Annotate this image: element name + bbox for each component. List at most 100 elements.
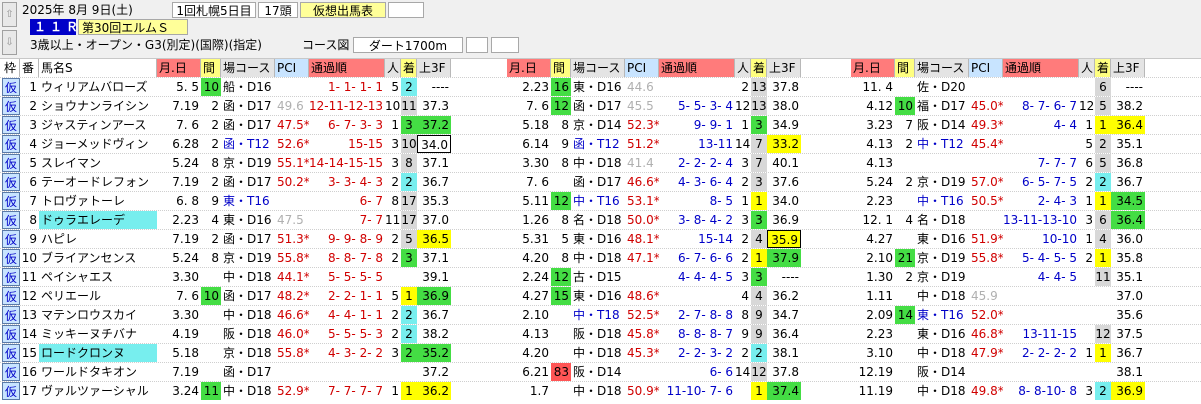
race-course: 名・D18 [917, 213, 966, 227]
waku-badge[interactable]: 仮 [2, 154, 20, 172]
race-date: 7. 6 [526, 175, 549, 189]
race-interval: 16 [551, 78, 571, 96]
race-date: 1.26 [522, 213, 549, 227]
horse-name[interactable]: ヴァルツァーシャル [39, 382, 157, 400]
horse-name[interactable]: ブライアンセンス [39, 249, 157, 267]
column-header: 月.日 [157, 59, 201, 77]
race-interval: 2 [905, 175, 913, 189]
race-pci [969, 154, 1003, 172]
race-popularity: 3 [391, 137, 399, 151]
race-finish: 6 [1095, 211, 1111, 229]
race-interval [895, 325, 915, 343]
horse-number: 8 [29, 213, 37, 227]
column-header: 場コース [221, 59, 275, 77]
horse-number: 6 [29, 175, 37, 189]
horse-name[interactable]: スレイマン [39, 154, 157, 172]
race-date: 11. 4 [862, 80, 893, 94]
waku-badge[interactable]: 仮 [2, 363, 20, 381]
race-finish: 1 [1095, 192, 1111, 210]
race-finish: 1 [751, 382, 767, 400]
race-pci: 45.3* [627, 346, 659, 360]
horse-number: 2 [29, 99, 37, 113]
race-last3f: 36.2 [417, 382, 451, 400]
waku-badge[interactable]: 仮 [2, 306, 20, 324]
horse-name[interactable]: ジョーメッドヴィン [39, 135, 157, 153]
column-header: 月.日 [507, 59, 551, 77]
race-last3f: 37.0 [1116, 289, 1143, 303]
race-date: 2.23 [172, 213, 199, 227]
race-popularity: 2 [1085, 175, 1093, 189]
race-interval: 2 [211, 232, 219, 246]
race-last3f: 37.8 [772, 80, 799, 94]
race-date: 2025年 8月 9日(土) [22, 3, 133, 17]
race-popularity: 3 [391, 156, 399, 170]
waku-badge[interactable]: 仮 [2, 268, 20, 286]
race-finish: 2 [751, 344, 767, 362]
down-arrow-icon[interactable]: ⇩ [2, 30, 17, 55]
race-course: 阪・D14 [573, 365, 622, 379]
race-passing-order: 10-10 [1042, 232, 1077, 246]
horse-name[interactable]: ロードクロンヌ [39, 344, 157, 362]
horse-name[interactable]: ショウナンライシン [39, 97, 157, 115]
course-map-label[interactable]: コース図 [302, 37, 352, 53]
race-date: 6.21 [522, 365, 549, 379]
horse-name[interactable]: ペリエール [39, 287, 157, 305]
race-course: 函・D17 [573, 175, 622, 189]
horse-name[interactable]: トロヴァトーレ [39, 192, 157, 210]
race-pci [969, 211, 1003, 229]
race-pci: 45.8* [627, 327, 659, 341]
race-pci: 49.8* [971, 384, 1003, 398]
race-pci: 41.4 [627, 156, 654, 170]
race-finish [1095, 306, 1111, 324]
race-popularity [1079, 363, 1095, 381]
waku-badge[interactable]: 仮 [2, 344, 20, 362]
race-finish: 5 [1095, 97, 1111, 115]
race-passing-order: 5- 5- 3- 4 [678, 99, 733, 113]
race-last3f: 35.1 [1116, 137, 1143, 151]
horse-name[interactable]: ウィリアムバローズ [39, 78, 157, 96]
waku-badge[interactable]: 仮 [2, 230, 20, 248]
race-course: 古・D15 [573, 270, 622, 284]
race-interval: 4 [905, 213, 913, 227]
waku-badge[interactable]: 仮 [2, 211, 20, 229]
race-date: 12. 1 [862, 213, 893, 227]
race-interval [551, 173, 571, 191]
race-passing-order: 2- 2- 1- 1 [328, 289, 383, 303]
race-course: 京・D14 [573, 118, 622, 132]
waku-badge[interactable]: 仮 [2, 116, 20, 134]
race-finish: 1 [401, 287, 417, 305]
race-pci: 44.6 [627, 80, 654, 94]
race-finish: 8 [401, 154, 417, 172]
horse-number: 9 [29, 232, 37, 246]
race-date: 7.19 [172, 365, 199, 379]
waku-badge[interactable]: 仮 [2, 192, 20, 210]
up-arrow-icon[interactable]: ⇧ [2, 2, 17, 27]
horse-name[interactable]: ジャスティンアース [39, 116, 157, 134]
race-passing-order: 5- 4- 5- 5 [1022, 251, 1077, 265]
waku-badge[interactable]: 仮 [2, 325, 20, 343]
waku-badge[interactable]: 仮 [2, 382, 20, 400]
race-pci: 47.5 [277, 213, 304, 227]
waku-badge[interactable]: 仮 [2, 135, 20, 153]
waku-badge[interactable]: 仮 [2, 287, 20, 305]
race-passing-order: 6- 7- 6- 6 [678, 251, 733, 265]
horse-name[interactable]: マテンロウスカイ [39, 306, 157, 324]
race-interval [201, 344, 221, 362]
waku-badge[interactable]: 仮 [2, 249, 20, 267]
waku-badge[interactable]: 仮 [2, 97, 20, 115]
horse-name[interactable]: テーオードレフォン [39, 173, 157, 191]
horse-name[interactable]: ミッキーヌチバナ [39, 325, 157, 343]
horse-name[interactable]: ペイシャエス [39, 268, 157, 286]
race-course: 函・T12 [223, 137, 270, 151]
race-course: 東・D16 [917, 327, 966, 341]
horse-name[interactable]: ハピレ [39, 230, 157, 248]
race-popularity: 12 [735, 99, 751, 113]
horse-name[interactable]: ドゥラエレーデ [39, 211, 157, 229]
race-last3f: 35.3 [422, 194, 449, 208]
waku-badge[interactable]: 仮 [2, 173, 20, 191]
race-course: 東・D16 [573, 80, 622, 94]
horse-name[interactable]: ワールドタキオン [39, 363, 157, 381]
race-pci: 45.5 [627, 99, 654, 113]
waku-badge[interactable]: 仮 [2, 78, 20, 96]
column-header: 上3F [767, 59, 801, 77]
